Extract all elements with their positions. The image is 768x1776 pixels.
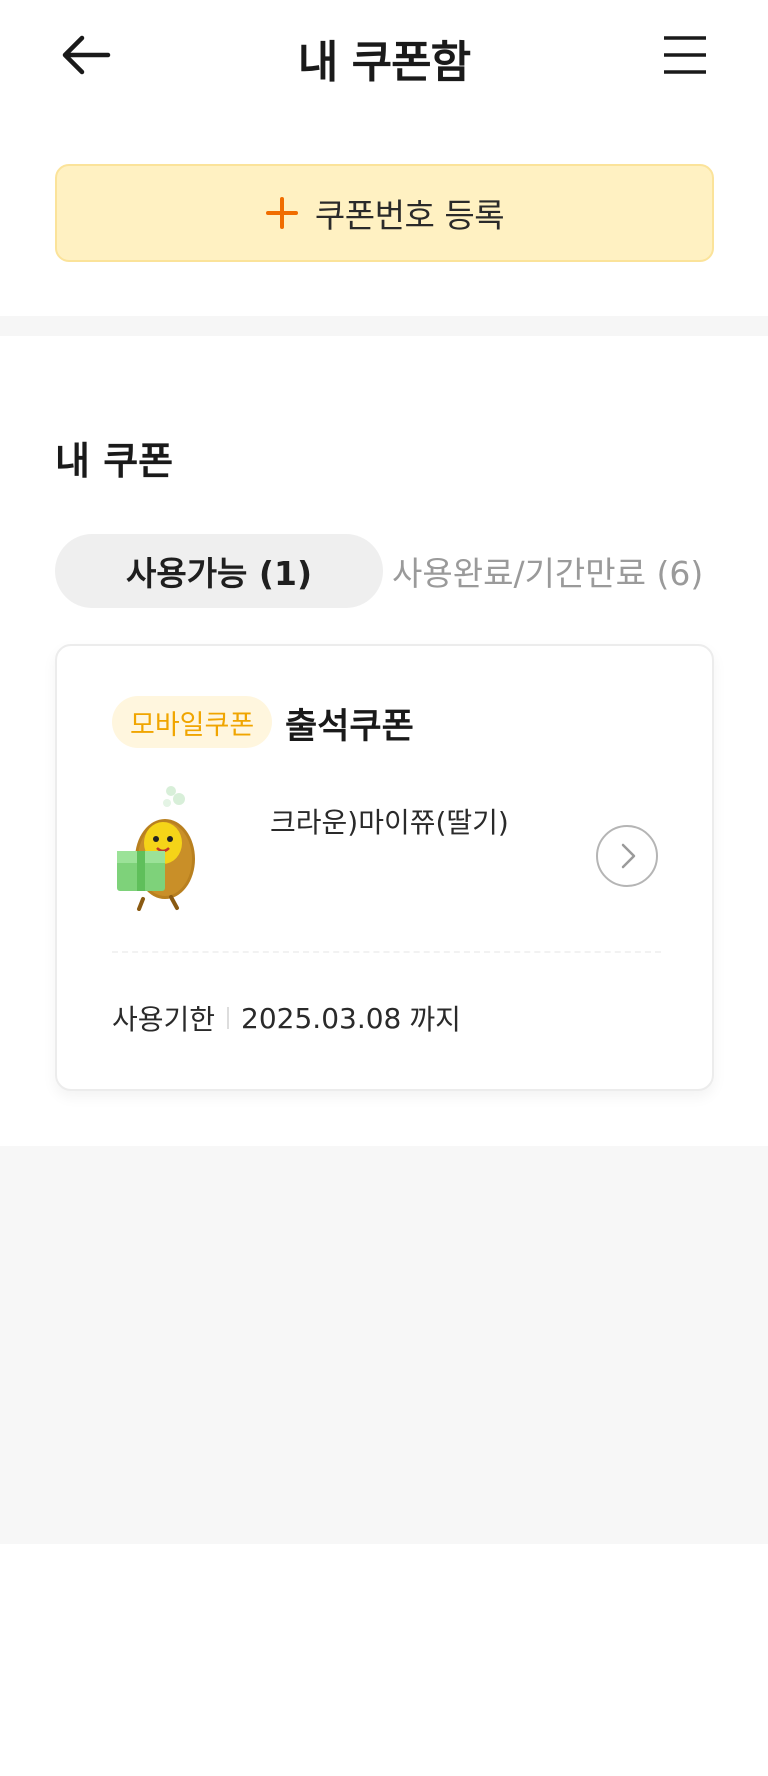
expiry-label: 사용기한	[112, 1003, 216, 1036]
register-coupon-button[interactable]: 쿠폰번호 등록	[55, 164, 714, 262]
plus-icon	[265, 197, 298, 229]
coupon-type-badge: 모바일쿠폰	[112, 696, 273, 748]
tab-used-expired[interactable]: 사용완료/기간만료 (6)	[392, 534, 703, 608]
coupon-box-page: 내 쿠폰함 쿠폰번호 등록 내 쿠폰 사용가능 (1) 사용완료/기간만료 (6…	[0, 0, 768, 1776]
section-divider	[0, 316, 768, 336]
page-title: 내 쿠폰함	[297, 37, 471, 88]
empty-background-area	[0, 1146, 768, 1544]
tab-available[interactable]: 사용가능 (1)	[55, 534, 383, 608]
card-divider	[112, 951, 661, 953]
section-title: 내 쿠폰	[55, 439, 174, 483]
expiry-separator	[227, 1007, 230, 1029]
coupon-name: 출석쿠폰	[285, 707, 414, 747]
coupon-card[interactable]: 모바일쿠폰 출석쿠폰 크라운)마이쮸(딸기) 사용기한 2025.03.08 까…	[55, 644, 714, 1091]
expiry-row: 사용기한 2025.03.08 까지	[112, 998, 461, 1038]
mascot-gift-icon	[117, 786, 195, 911]
product-name: 크라운)마이쮸(딸기)	[270, 806, 509, 839]
register-coupon-label: 쿠폰번호 등록	[314, 196, 505, 235]
expiry-suffix: 까지	[409, 1003, 461, 1036]
expiry-date: 2025.03.08	[241, 1001, 402, 1035]
header: 내 쿠폰함	[0, 0, 768, 110]
hamburger-menu-icon[interactable]	[660, 30, 710, 80]
chevron-right-circle-icon[interactable]	[595, 824, 659, 888]
